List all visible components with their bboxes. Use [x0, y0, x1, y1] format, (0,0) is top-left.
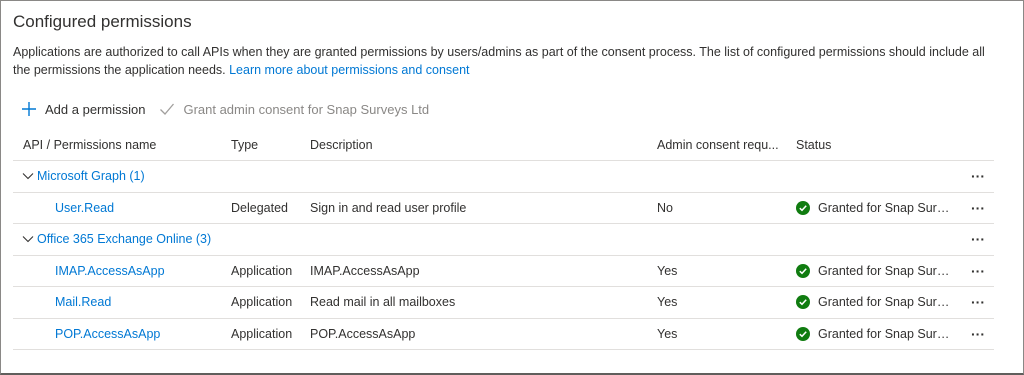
column-header-description[interactable]: Description: [310, 129, 650, 160]
admin-consent-required: Yes: [657, 263, 678, 278]
ellipsis-icon: ···: [971, 294, 985, 311]
check-circle-icon: [796, 263, 810, 278]
check-circle-icon: [796, 326, 810, 341]
plus-icon: [22, 102, 36, 116]
ellipsis-icon: ···: [971, 325, 985, 342]
configured-permissions-panel: Configured permissions Applications are …: [0, 0, 1024, 375]
column-header-status[interactable]: Status: [796, 129, 956, 160]
status-badge: Granted for Snap Surve...: [796, 319, 956, 350]
permission-type: Delegated: [231, 200, 288, 215]
chevron-down-icon: [22, 173, 34, 180]
checkmark-icon: [160, 103, 175, 115]
status-text: Granted for Snap Surve...: [818, 263, 950, 278]
ellipsis-icon: ···: [971, 262, 985, 279]
status-badge: Granted for Snap Surve...: [796, 287, 956, 318]
more-options-button[interactable]: ···: [965, 287, 991, 318]
permission-name-link[interactable]: POP.AccessAsApp: [23, 319, 223, 350]
column-header-name[interactable]: API / Permissions name: [23, 129, 223, 160]
grant-admin-consent-button[interactable]: Grant admin consent for Snap Surveys Ltd: [159, 101, 429, 117]
status-text: Granted for Snap Surve...: [818, 295, 950, 310]
check-circle-icon: [796, 200, 810, 215]
status-text: Granted for Snap Surve...: [818, 326, 950, 341]
description-text: Applications are authorized to call APIs…: [13, 45, 985, 77]
add-permission-label: Add a permission: [45, 101, 146, 117]
permission-type: Application: [231, 263, 293, 278]
permissions-table: API / Permissions name Type Description …: [13, 129, 994, 350]
ellipsis-icon: ···: [971, 231, 985, 248]
permission-type: Application: [231, 326, 293, 341]
grant-admin-consent-label: Grant admin consent for Snap Surveys Ltd: [183, 101, 430, 117]
status-badge: Granted for Snap Surve...: [796, 256, 956, 287]
table-row: User.Read Delegated Sign in and read use…: [13, 193, 994, 224]
permission-description: Sign in and read user profile: [310, 200, 467, 215]
group-name: Microsoft Graph (1): [37, 169, 145, 184]
check-circle-icon: [796, 295, 810, 310]
more-options-button[interactable]: ···: [965, 319, 991, 350]
section-title: Configured permissions: [13, 12, 192, 31]
table-row: IMAP.AccessAsApp Application IMAP.Access…: [13, 256, 994, 287]
group-toggle[interactable]: Microsoft Graph (1): [21, 161, 421, 192]
group-name: Office 365 Exchange Online (3): [37, 232, 212, 247]
group-row-microsoft-graph[interactable]: Microsoft Graph (1) ···: [13, 161, 994, 193]
permission-description: IMAP.AccessAsApp: [310, 263, 420, 278]
admin-consent-required: Yes: [657, 326, 678, 341]
permission-description: POP.AccessAsApp: [310, 326, 416, 341]
column-header-type[interactable]: Type: [231, 129, 311, 160]
more-options-button[interactable]: ···: [965, 256, 991, 287]
more-options-button[interactable]: ···: [965, 193, 991, 224]
add-permission-button[interactable]: Add a permission: [21, 101, 145, 117]
permission-name-link[interactable]: IMAP.AccessAsApp: [23, 256, 223, 287]
permission-type: Application: [231, 295, 293, 310]
status-badge: Granted for Snap Surve...: [796, 193, 956, 224]
permission-description: Read mail in all mailboxes: [310, 295, 456, 310]
table-header: API / Permissions name Type Description …: [13, 129, 994, 161]
admin-consent-required: No: [657, 200, 673, 215]
column-header-admin-consent[interactable]: Admin consent requ...: [657, 129, 789, 160]
group-row-office-365-exchange-online[interactable]: Office 365 Exchange Online (3) ···: [13, 224, 994, 256]
chevron-down-icon: [22, 236, 34, 243]
group-toggle[interactable]: Office 365 Exchange Online (3): [21, 224, 421, 255]
admin-consent-required: Yes: [657, 295, 678, 310]
learn-more-link[interactable]: Learn more about permissions and consent: [229, 63, 469, 77]
ellipsis-icon: ···: [971, 168, 985, 185]
more-options-button[interactable]: ···: [965, 224, 991, 255]
ellipsis-icon: ···: [971, 199, 985, 216]
table-row: POP.AccessAsApp Application POP.AccessAs…: [13, 319, 994, 350]
section-description: Applications are authorized to call APIs…: [13, 43, 1003, 79]
permission-name-link[interactable]: Mail.Read: [23, 287, 223, 318]
permission-name-link[interactable]: User.Read: [23, 193, 223, 224]
more-options-button[interactable]: ···: [965, 161, 991, 192]
permissions-toolbar: Add a permission Grant admin consent for…: [21, 99, 443, 119]
table-row: Mail.Read Application Read mail in all m…: [13, 287, 994, 319]
status-text: Granted for Snap Surve...: [818, 200, 950, 215]
